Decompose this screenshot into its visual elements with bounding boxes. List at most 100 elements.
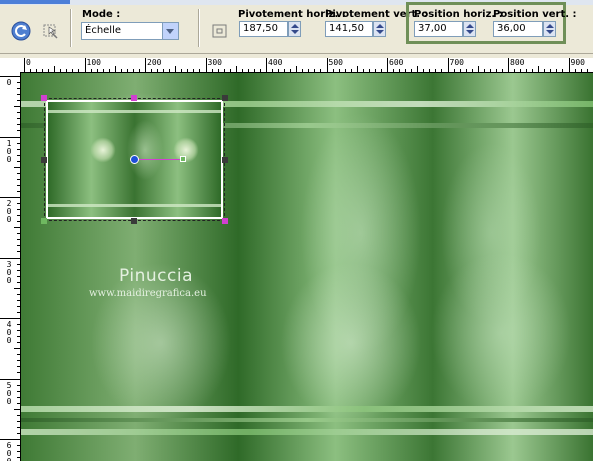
ruler-tick: [78, 69, 80, 72]
resize-handle-bottom-left[interactable]: [41, 218, 47, 224]
image-canvas[interactable]: Pinuccia www.maidiregrafica.eu: [21, 73, 593, 461]
ruler-tick: [17, 82, 20, 84]
ruler-tick: [0, 257, 20, 259]
bottom-stripe: [21, 406, 593, 412]
ruler-tick: [187, 69, 189, 72]
ruler-tick: [145, 58, 146, 72]
ruler-tick: [356, 66, 358, 72]
resize-handle-right[interactable]: [222, 157, 228, 163]
ruler-tick: [441, 69, 443, 72]
ruler-tick: [126, 69, 128, 72]
ruler-label: 100: [86, 58, 101, 67]
ruler-tick: [556, 69, 558, 72]
ruler-tick: [36, 69, 38, 72]
ruler-label: 0: [26, 58, 31, 67]
ruler-tick: [0, 378, 20, 380]
resize-handle-top-left[interactable]: [41, 95, 47, 101]
ruler-tick: [205, 58, 207, 72]
ruler-label: 600: [389, 58, 404, 67]
ruler-tick: [17, 154, 20, 156]
horizontal-ruler[interactable]: 0 100 200 300 400 500 600 700 800 900: [20, 58, 593, 73]
ruler-tick: [471, 69, 473, 72]
ruler-tick: [17, 281, 20, 283]
ruler-tick: [0, 136, 20, 138]
ruler-tick: [17, 457, 20, 459]
ruler-label: 700: [449, 58, 464, 67]
ruler-tick: [514, 69, 516, 72]
ruler-label: 900: [570, 58, 585, 67]
ruler-label: 600: [6, 441, 12, 461]
ruler-tick: [17, 221, 20, 223]
pivot-horizontal-spinner[interactable]: [288, 21, 301, 37]
ruler-label: 100: [6, 138, 12, 164]
position-vertical-label: Position vert. :: [493, 9, 577, 20]
ruler-tick: [17, 112, 20, 114]
pivot-horizontal-field[interactable]: 187,50: [239, 21, 288, 37]
ruler-tick: [483, 69, 485, 72]
tool-options-toolbar: Mode : Échelle Pivotement horiz. : 187,5…: [0, 0, 593, 54]
ruler-tick: [14, 106, 20, 108]
ruler-tick: [17, 390, 20, 392]
ruler-tick: [48, 69, 50, 72]
mode-select[interactable]: Échelle: [81, 22, 179, 40]
ruler-label: 400: [6, 320, 12, 345]
ruler-tick: [17, 354, 20, 356]
ruler-tick: [17, 305, 20, 307]
ruler-tick: [114, 66, 116, 72]
chevron-down-icon[interactable]: [162, 23, 178, 39]
ruler-tick: [465, 69, 467, 72]
pivot-icon[interactable]: [208, 19, 232, 43]
ruler-tick: [14, 166, 20, 168]
ruler-tick: [0, 439, 20, 440]
vertical-ruler[interactable]: 0 100 200 300 400 500 600: [0, 72, 21, 461]
pivot-vertical-field[interactable]: 141,50: [325, 21, 373, 37]
ruler-tick: [72, 69, 74, 72]
ruler-tick: [405, 69, 407, 72]
ruler-label: 300: [207, 58, 222, 67]
position-horizontal-spinner[interactable]: [463, 21, 476, 37]
ruler-tick: [362, 69, 364, 72]
ruler-tick: [14, 287, 20, 289]
watermark-url: www.maidiregrafica.eu: [89, 288, 207, 299]
ruler-tick: [211, 69, 213, 72]
ruler-tick: [526, 69, 528, 72]
resize-handle-left[interactable]: [41, 157, 47, 163]
reset-icon[interactable]: [9, 19, 33, 43]
ruler-tick: [296, 66, 298, 72]
watermark-name: Pinuccia: [119, 266, 193, 286]
ruler-tick: [568, 58, 570, 72]
position-horizontal-field[interactable]: 37,00: [414, 21, 463, 37]
ruler-tick: [459, 69, 461, 72]
ruler-tick: [550, 69, 552, 72]
ruler-tick: [308, 69, 310, 72]
pivot-handle[interactable]: [180, 156, 186, 162]
rotation-center-handle[interactable]: [130, 155, 139, 164]
ruler-tick: [0, 318, 20, 319]
position-vertical-spinner[interactable]: [543, 21, 556, 37]
resize-handle-bottom[interactable]: [131, 218, 137, 224]
ruler-tick: [574, 69, 576, 72]
ruler-tick: [193, 69, 195, 72]
deform-tool-icon[interactable]: [38, 19, 62, 43]
ruler-tick: [60, 69, 62, 72]
resize-handle-bottom-right[interactable]: [222, 218, 228, 224]
ruler-tick: [429, 69, 431, 72]
ruler-tick: [17, 263, 20, 265]
toolbar-separator: [70, 9, 72, 47]
ruler-tick: [17, 366, 20, 368]
ruler-tick: [508, 58, 509, 72]
ruler-tick: [17, 203, 20, 205]
resize-handle-top-right[interactable]: [222, 95, 228, 101]
ruler-tick: [501, 69, 503, 72]
pivot-vertical-spinner[interactable]: [373, 21, 386, 37]
ruler-tick: [17, 402, 20, 404]
mode-value: Échelle: [85, 25, 122, 36]
ruler-tick: [314, 69, 316, 72]
position-vertical-field[interactable]: 36,00: [493, 21, 543, 37]
resize-handle-top[interactable]: [131, 95, 137, 101]
ruler-tick: [17, 420, 20, 422]
ruler-tick: [151, 69, 153, 72]
ruler-tick: [14, 348, 20, 350]
ruler-tick: [17, 233, 20, 235]
ruler-label: 500: [328, 58, 343, 67]
